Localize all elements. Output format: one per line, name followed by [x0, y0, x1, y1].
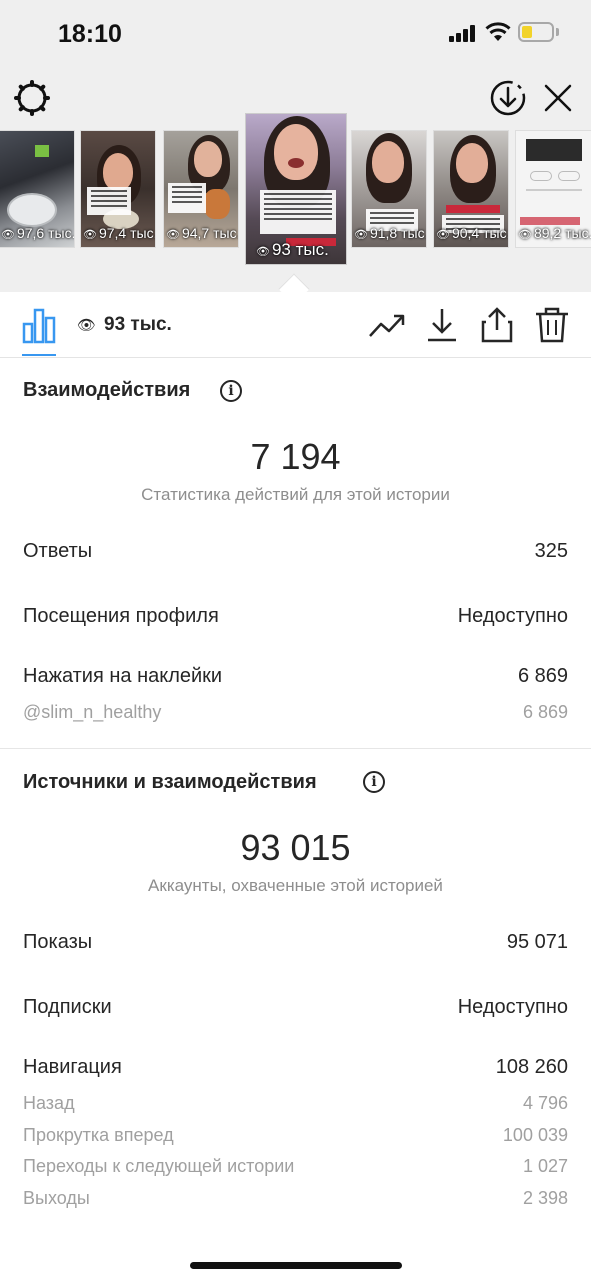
eye-icon: 👁: [83, 229, 97, 241]
promote-trend-icon[interactable]: [367, 306, 407, 344]
cellular-signal-icon: [449, 24, 477, 42]
eye-icon: 👁: [166, 229, 180, 241]
interactions-total: 7 194: [250, 436, 341, 477]
download-icon[interactable]: [422, 306, 462, 344]
navigation-label: Навигация: [23, 1056, 122, 1078]
sticker-taps-value: 6 869: [517, 665, 568, 687]
replies-label: Ответы: [23, 540, 93, 562]
story-thumbnail-selected[interactable]: 👁 93 тыс.: [246, 114, 346, 264]
info-icon[interactable]: i: [363, 771, 385, 793]
share-icon[interactable]: [477, 306, 517, 344]
thumbnail-views: 👁 93 тыс.: [256, 240, 329, 259]
views-count: 93 тыс.: [104, 314, 172, 335]
section-title: Источники и взаимодействия: [23, 771, 317, 793]
insights-toolbar: 👁 93 тыс.: [0, 292, 591, 358]
close-icon[interactable]: [538, 78, 578, 118]
story-thumbnail[interactable]: 👁 89,2 тыс.: [515, 130, 591, 248]
mention-sticker-label[interactable]: @slim_n_healthy: [23, 702, 161, 723]
back-label: Назад: [23, 1093, 75, 1113]
eye-icon: 👁: [436, 229, 450, 241]
eye-icon: 👁: [256, 246, 270, 258]
settings-gear-icon[interactable]: [12, 78, 52, 118]
trash-icon[interactable]: [532, 306, 572, 344]
reach-total: 93 015: [240, 827, 351, 868]
story-thumbnail[interactable]: 👁 97,6 тыс.: [0, 130, 75, 248]
home-indicator[interactable]: [190, 1262, 402, 1269]
eye-icon: 👁: [77, 317, 97, 334]
thumbnail-views: 👁 97,4 тыс.: [83, 225, 156, 241]
stories-header: 18:10 👁 97,6 тыс. 👁 97,4 тыс. 👁 94,7 тыс…: [0, 0, 591, 292]
sticker-taps-label: Нажатия на наклейки: [23, 665, 223, 687]
follows-label: Подписки: [23, 996, 112, 1018]
bar-chart-icon[interactable]: [22, 308, 56, 344]
story-thumbnail[interactable]: 👁 94,7 тыс.: [163, 130, 239, 248]
section-title: Взаимодействия: [23, 379, 191, 401]
follows-value: Недоступно: [457, 996, 568, 1018]
section-divider: [0, 748, 591, 749]
thumbnail-views: 👁 89,2 тыс.: [518, 225, 591, 241]
thumbnail-views: 👁 97,6 тыс.: [1, 225, 75, 241]
profile-visits-value: Недоступно: [457, 605, 568, 627]
thumbnail-views: 👁 91,8 тыс.: [354, 225, 427, 241]
reach-caption: Аккаунты, охваченные этой историей: [148, 876, 443, 895]
status-time: 18:10: [58, 20, 122, 48]
exits-value: 2 398: [522, 1188, 568, 1208]
next-story-value: 1 027: [522, 1156, 568, 1176]
battery-tip: [556, 28, 559, 36]
profile-visits-label: Посещения профиля: [23, 605, 219, 627]
impressions-value: 95 071: [506, 931, 568, 953]
navigation-value: 108 260: [495, 1056, 568, 1078]
back-value: 4 796: [522, 1093, 568, 1113]
story-thumbnails-strip[interactable]: 👁 97,6 тыс. 👁 97,4 тыс. 👁 94,7 тыс. 👁 93 тыс…: [0, 114, 591, 265]
forward-label: Прокрутка вперед: [23, 1125, 174, 1145]
eye-icon: 👁: [518, 229, 532, 241]
eye-icon: 👁: [1, 229, 15, 241]
story-thumbnail[interactable]: 👁 90,4 тыс.: [433, 130, 509, 248]
mention-sticker-value: 6 869: [522, 702, 568, 722]
story-thumbnail[interactable]: 👁 97,4 тыс.: [80, 130, 156, 248]
wifi-icon: [485, 22, 511, 41]
impressions-label: Показы: [23, 931, 93, 953]
save-story-icon[interactable]: [488, 78, 528, 118]
battery-icon: [518, 22, 554, 42]
eye-icon: 👁: [354, 229, 368, 241]
interactions-caption: Статистика действий для этой истории: [141, 485, 450, 504]
story-thumbnail[interactable]: 👁 91,8 тыс.: [351, 130, 427, 248]
thumbnail-views: 👁 90,4 тыс.: [436, 225, 509, 241]
replies-value: 325: [534, 540, 568, 562]
status-bar: 18:10: [0, 0, 591, 70]
active-tab-indicator: [22, 354, 56, 356]
thumbnail-views: 👁 94,7 тыс.: [166, 225, 239, 241]
exits-label: Выходы: [23, 1188, 90, 1208]
forward-value: 100 039: [502, 1125, 568, 1145]
next-story-label: Переходы к следующей истории: [23, 1156, 295, 1176]
info-icon[interactable]: i: [220, 380, 242, 402]
